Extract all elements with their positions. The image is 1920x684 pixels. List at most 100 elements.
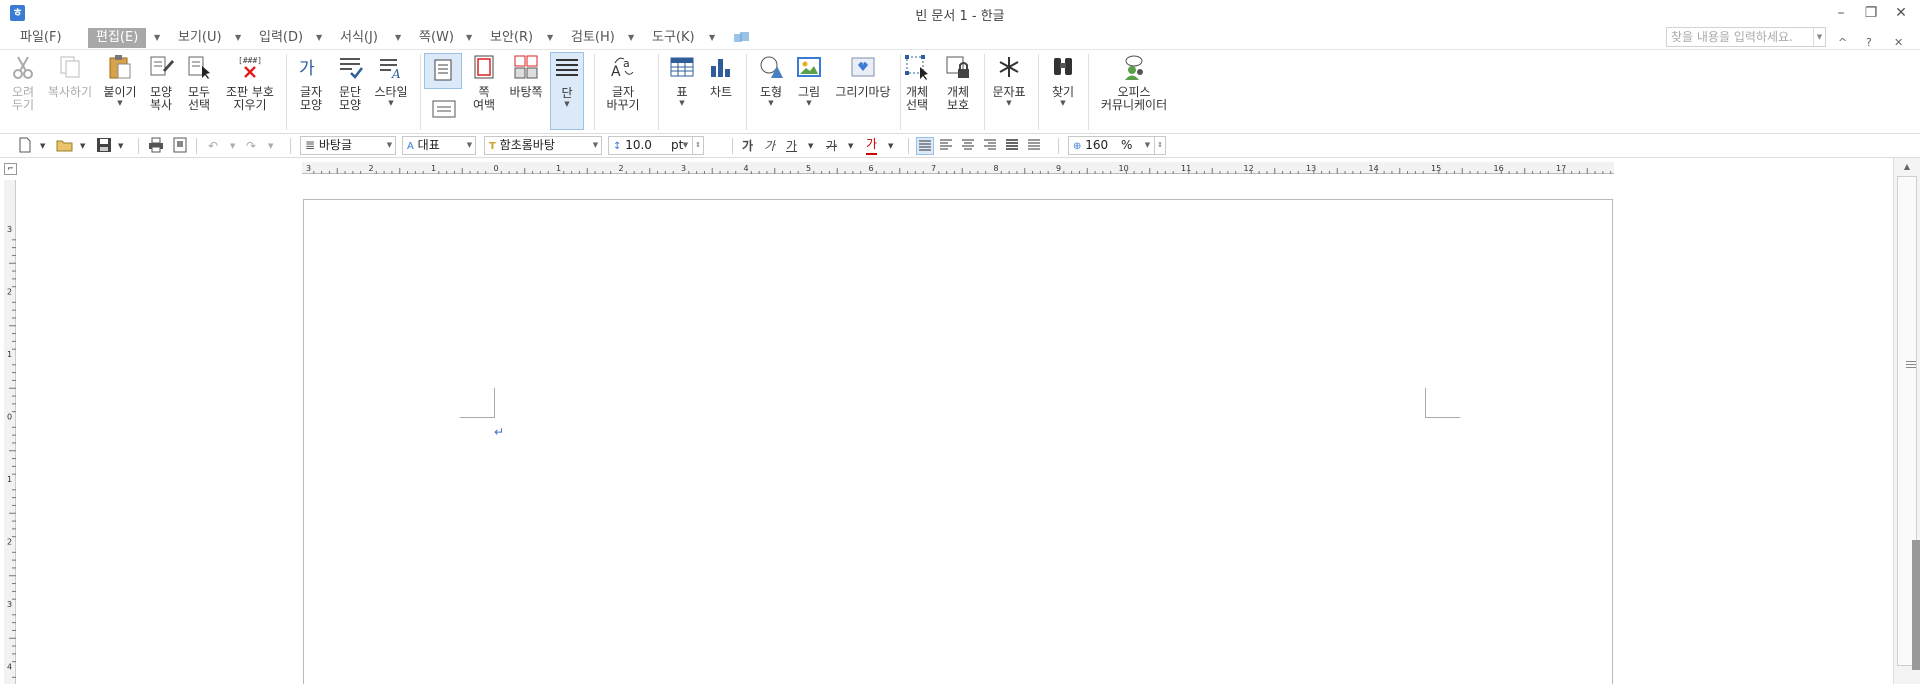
center-align-button[interactable] [960,137,978,155]
change-char-button[interactable]: Aa 글자 바꾸기 [602,54,644,112]
columns-button[interactable]: 단 ▼ [550,52,584,130]
redo-icon[interactable]: ↷ [246,137,256,155]
align-distribute-icon [1006,139,1018,150]
format-copy-button[interactable]: 모양 복사 [146,54,176,112]
chart-button[interactable]: 차트 [704,54,738,99]
horizontal-ruler[interactable]: 3210123456789101112131415161718 [302,162,1674,174]
chevron-down-icon[interactable]: ▼ [466,28,472,48]
minimize-button[interactable]: – [1826,3,1856,23]
char-map-button[interactable]: 문자표 ▼ [988,54,1030,107]
copy-button[interactable]: 복사하기 [44,54,96,99]
italic-button[interactable]: 가 [764,137,775,155]
style-button[interactable]: A 스타일 ▼ [370,54,412,107]
save-icon[interactable] [96,137,112,155]
object-select-button[interactable]: 개체 선택 [902,54,932,112]
collapse-ribbon-button[interactable]: ^ [1838,36,1847,49]
menu-security[interactable]: 보안(R) [482,28,541,48]
scroll-up-icon[interactable]: ▲ [1901,161,1913,173]
grip-line [1906,361,1916,362]
chevron-down-icon[interactable]: ▼ [709,28,715,48]
style-icon: ≣ [305,138,316,152]
extension-icon[interactable] [733,30,751,46]
chevron-down-icon[interactable]: ▼ [628,28,634,48]
justify-align-button[interactable] [916,137,934,155]
print-icon[interactable] [148,137,164,155]
chevron-down-icon[interactable]: ▼ [680,137,691,154]
close-doc-button[interactable]: ✕ [1894,36,1903,49]
para-shape-button[interactable]: 문단 모양 [333,54,367,112]
left-align-button[interactable] [938,137,956,155]
picture-button[interactable]: 그림 ▼ [792,54,826,107]
restore-button[interactable]: ❐ [1856,3,1886,23]
paste-button[interactable]: 붙이기 ▼ [102,54,138,107]
menu-view[interactable]: 보기(U) [170,28,230,48]
bold-button[interactable]: 가 [742,137,753,155]
zoom-input[interactable]: ⊕ 160 % ▼ ⇕ [1068,136,1166,155]
chevron-down-icon[interactable]: ▼ [590,137,601,154]
chevron-down-icon[interactable]: ▼ [547,28,553,48]
chevron-down-icon[interactable]: ▼ [395,28,401,48]
chevron-down-icon[interactable]: ▼ [808,137,813,155]
page-view-button[interactable] [424,53,462,89]
menu-file[interactable]: 파일(F) [12,28,70,48]
preview-icon[interactable] [172,137,188,155]
menu-tools[interactable]: 도구(K) [644,28,703,48]
undo-icon[interactable]: ↶ [208,137,218,155]
new-document-icon[interactable] [18,137,32,155]
chevron-down-icon[interactable]: ▼ [316,28,322,48]
open-folder-icon[interactable] [56,137,74,155]
menu-format[interactable]: 서식(J) [332,28,386,48]
chevron-down-icon[interactable]: ▼ [80,137,85,155]
chevron-down-icon[interactable]: ▼ [268,137,273,155]
style-select[interactable]: ≣ 바탕글 ▼ [300,136,396,155]
char-shape-button[interactable]: 가 글자 모양 [294,54,328,112]
chevron-down-icon[interactable]: ▼ [848,137,853,155]
menu-review[interactable]: 검토(H) [563,28,623,48]
right-align-button[interactable] [982,137,1000,155]
side-panel-tab[interactable] [1912,540,1920,670]
chevron-down-icon[interactable]: ▼ [40,137,45,155]
chevron-down-icon[interactable]: ▼ [888,137,893,155]
page-margin-button[interactable]: 쪽 여백 [466,54,502,112]
chevron-down-icon[interactable]: ▼ [1142,137,1153,154]
chevron-down-icon[interactable]: ▼ [230,137,235,155]
font-select[interactable]: T 함초롬바탕 ▼ [484,136,602,155]
chevron-down-icon[interactable]: ▼ [118,137,123,155]
document-page[interactable]: ↵ [303,199,1613,684]
search-dropdown-icon[interactable]: ▼ [1813,28,1825,46]
master-page-button[interactable]: 바탕쪽 [506,54,546,99]
close-button[interactable]: ✕ [1886,3,1916,23]
cut-button[interactable]: 오려 두기 [8,54,38,112]
menu-insert[interactable]: 입력(D) [251,28,311,48]
stepper-icon[interactable]: ⇕ [692,137,703,154]
object-protect-button[interactable]: 개체 보호 [940,54,976,112]
ribbon-separator [286,54,287,130]
chevron-down-icon[interactable]: ▼ [384,137,395,154]
strikethrough-button[interactable]: 가 [826,137,837,155]
underline-button[interactable]: 가 [786,137,797,155]
text-color-button[interactable]: 가 [866,137,878,155]
menu-edit-caret[interactable]: ▼ [154,28,160,48]
distribute-align-button[interactable] [1004,137,1022,155]
shape-button[interactable]: 도형 ▼ [754,54,788,107]
stepper-icon[interactable]: ⇕ [1154,137,1165,154]
search-input[interactable]: 찾을 내용을 입력하세요. ▼ [1666,27,1826,47]
table-button[interactable]: 표 ▼ [666,54,698,107]
remove-marks-button[interactable]: [###] 조판 부호 지우기 [222,54,278,112]
line-view-button[interactable] [426,99,462,122]
drawing-art-button[interactable]: 그리기마당 [830,54,896,99]
office-community-button[interactable]: 오피스 커뮤니케이터 [1096,54,1172,112]
vertical-ruler[interactable]: 3 2 1 0 1 2 3 4 [4,180,16,684]
language-select[interactable]: A 대표 ▼ [402,136,476,155]
help-button[interactable]: ? [1866,36,1872,49]
select-all-button[interactable]: 모두 선택 [184,54,214,112]
menu-page[interactable]: 쪽(W) [411,28,462,48]
split-align-button[interactable] [1026,137,1044,155]
font-size-input[interactable]: ↕ 10.0 pt ▼ ⇕ [608,136,704,155]
chevron-down-icon[interactable]: ▼ [464,137,475,154]
lock-icon [946,56,969,78]
find-button[interactable]: 찾기 ▼ [1046,54,1080,107]
chevron-down-icon[interactable]: ▼ [235,28,241,48]
tab-type-selector[interactable]: ⌐ [4,163,17,175]
menu-edit[interactable]: 편집(E) [88,28,147,48]
